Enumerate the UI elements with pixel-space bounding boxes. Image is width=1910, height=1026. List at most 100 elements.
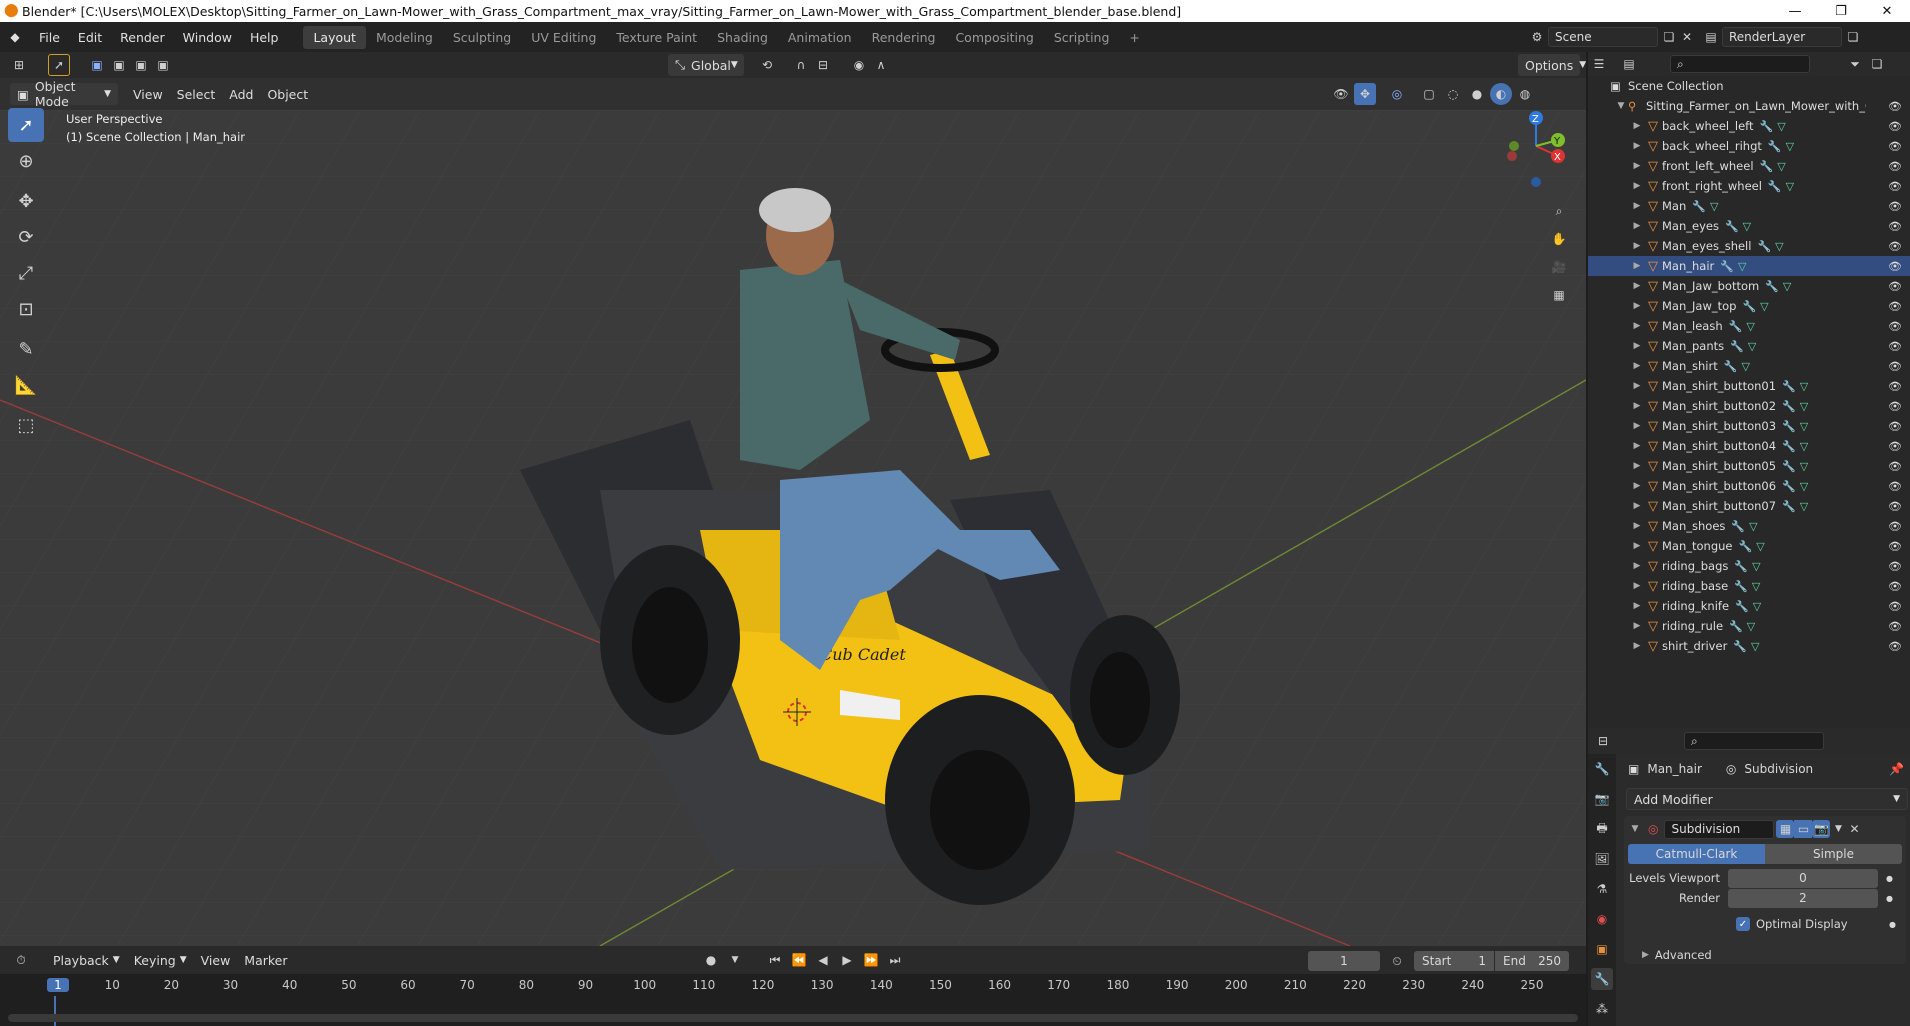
- outliner-item[interactable]: ▶ ▽ shirt_driver 🔧 ▽ 👁: [1588, 636, 1910, 656]
- expand-triangle-icon[interactable]: ▼: [1614, 101, 1628, 111]
- properties-editor-icon[interactable]: ⊟: [1592, 730, 1614, 752]
- expand-triangle-icon[interactable]: ▶: [1630, 161, 1644, 171]
- pin-icon[interactable]: 📌: [1889, 762, 1904, 776]
- wrench-modifier-icon[interactable]: 🔧: [1735, 600, 1749, 613]
- eye-icon[interactable]: 👁: [1888, 480, 1902, 493]
- jump-start-icon[interactable]: ⏮: [764, 949, 786, 971]
- eye-icon[interactable]: 👁: [1888, 260, 1902, 273]
- wrench-modifier-icon[interactable]: 🔧: [1724, 360, 1738, 373]
- display-mode-icon[interactable]: ▤: [1618, 53, 1640, 75]
- expand-triangle-icon[interactable]: ▶: [1630, 561, 1644, 571]
- eye-icon[interactable]: 👁: [1888, 460, 1902, 473]
- annotate-tool-icon[interactable]: ✎: [8, 332, 44, 366]
- mesh-data-icon[interactable]: ▽: [1800, 460, 1808, 473]
- viewport-toggle-icon[interactable]: ▭: [1794, 820, 1813, 838]
- jump-end-icon[interactable]: ⏭: [884, 949, 906, 971]
- expand-triangle-icon[interactable]: ▶: [1630, 461, 1644, 471]
- rotate-tool-icon[interactable]: ⟳: [8, 220, 44, 254]
- menu-marker[interactable]: Marker: [237, 949, 294, 971]
- tab-sculpting[interactable]: Sculpting: [443, 26, 521, 49]
- optimal-display-checkbox[interactable]: ✓: [1736, 917, 1750, 931]
- maximize-button[interactable]: ❐: [1818, 4, 1864, 19]
- outliner-item[interactable]: ▶ ▽ Man_shirt_button06 🔧 ▽ 👁: [1588, 476, 1910, 496]
- eye-icon[interactable]: 👁: [1888, 120, 1902, 133]
- expand-triangle-icon[interactable]: ▶: [1630, 521, 1644, 531]
- mesh-data-icon[interactable]: ▽: [1800, 380, 1808, 393]
- eye-icon[interactable]: 👁: [1888, 140, 1902, 153]
- properties-search-input[interactable]: ⌕: [1684, 732, 1824, 750]
- eye-icon[interactable]: 👁: [1888, 280, 1902, 293]
- eye-icon[interactable]: 👁: [1888, 640, 1902, 653]
- expand-triangle-icon[interactable]: ▶: [1630, 621, 1644, 631]
- wrench-modifier-icon[interactable]: 🔧: [1734, 560, 1748, 573]
- wrench-modifier-icon[interactable]: 🔧: [1731, 520, 1745, 533]
- clock-icon[interactable]: ⏲: [1386, 950, 1408, 972]
- new-scene-icon[interactable]: ❏: [1658, 26, 1680, 48]
- tab-uv-editing[interactable]: UV Editing: [521, 26, 606, 49]
- timeline-ruler[interactable]: 1 10 20 30 40 50 60 70 80 90 100 110 120 130 140 150 160…: [0, 974, 1586, 1026]
- wrench-modifier-icon[interactable]: 🔧: [1725, 220, 1739, 233]
- wrench-modifier-icon[interactable]: 🔧: [1768, 140, 1782, 153]
- outliner-item[interactable]: ▶ ▽ Man_leash 🔧 ▽ 👁: [1588, 316, 1910, 336]
- tab-texture-paint[interactable]: Texture Paint: [606, 26, 707, 49]
- record-icon[interactable]: ●: [700, 949, 722, 971]
- eye-icon[interactable]: 👁: [1888, 500, 1902, 513]
- editor-type-icon[interactable]: ⊞: [8, 54, 30, 76]
- outliner-search-input[interactable]: ⌕: [1670, 55, 1810, 73]
- render-tab-icon[interactable]: 📷: [1591, 788, 1613, 810]
- tab-modeling[interactable]: Modeling: [366, 26, 443, 49]
- outliner-item[interactable]: ▶ ▽ Man_shoes 🔧 ▽ 👁: [1588, 516, 1910, 536]
- eye-icon[interactable]: 👁: [1888, 220, 1902, 233]
- outliner-item[interactable]: ▶ ▽ front_right_wheel 🔧 ▽ 👁: [1588, 176, 1910, 196]
- expand-triangle-icon[interactable]: ▶: [1630, 481, 1644, 491]
- visibility-icon[interactable]: 👁: [1330, 83, 1352, 105]
- particles-tab-icon[interactable]: ⁂: [1591, 998, 1613, 1020]
- outliner-item[interactable]: ▶ ▽ Man_hair 🔧 ▽ 👁: [1588, 256, 1910, 276]
- wrench-modifier-icon[interactable]: 🔧: [1782, 440, 1796, 453]
- transform-tool-icon[interactable]: ⊡: [8, 292, 44, 326]
- wrench-modifier-icon[interactable]: 🔧: [1760, 120, 1774, 133]
- eye-icon[interactable]: 👁: [1888, 620, 1902, 633]
- next-keyframe-icon[interactable]: ⏩: [860, 949, 882, 971]
- measure-tool-icon[interactable]: 📐: [8, 368, 44, 402]
- expand-triangle-icon[interactable]: ▶: [1630, 581, 1644, 591]
- expand-triangle-icon[interactable]: ▶: [1630, 221, 1644, 231]
- mesh-data-icon[interactable]: ▽: [1710, 200, 1718, 213]
- eye-icon[interactable]: 👁: [1888, 200, 1902, 213]
- expand-triangle-icon[interactable]: ▶: [1630, 281, 1644, 291]
- tab-shading[interactable]: Shading: [707, 26, 778, 49]
- scene-collection-row[interactable]: ▣ Scene Collection: [1588, 76, 1910, 96]
- wrench-modifier-icon[interactable]: 🔧: [1692, 200, 1706, 213]
- mesh-data-icon[interactable]: ▽: [1751, 640, 1759, 653]
- eye-icon[interactable]: 👁: [1888, 300, 1902, 313]
- eye-icon[interactable]: 👁: [1888, 160, 1902, 173]
- wrench-modifier-icon[interactable]: 🔧: [1734, 580, 1748, 593]
- expand-triangle-icon[interactable]: ▶: [1630, 501, 1644, 511]
- move-tool-icon[interactable]: ✥: [8, 184, 44, 218]
- eye-icon[interactable]: 👁: [1888, 580, 1902, 593]
- falloff-icon[interactable]: ∧: [870, 54, 892, 76]
- menu-keying[interactable]: Keying ▼: [127, 949, 194, 971]
- select-box-tool-icon[interactable]: ➚: [8, 108, 44, 142]
- tab-rendering[interactable]: Rendering: [862, 26, 946, 49]
- mesh-data-icon[interactable]: ▽: [1800, 500, 1808, 513]
- current-frame-field[interactable]: 1: [1308, 951, 1380, 971]
- snap-icon[interactable]: ∩: [790, 54, 812, 76]
- select-mode-extend-icon[interactable]: ▣: [108, 54, 130, 76]
- advanced-subpanel[interactable]: ▶ Advanced: [1624, 942, 1906, 968]
- remove-modifier-icon[interactable]: ✕: [1846, 818, 1862, 840]
- expand-triangle-icon[interactable]: ▶: [1630, 601, 1644, 611]
- mesh-data-icon[interactable]: ▽: [1743, 220, 1751, 233]
- minimize-button[interactable]: —: [1772, 4, 1818, 19]
- play-icon[interactable]: ▶: [836, 949, 858, 971]
- new-layer-icon[interactable]: ❏: [1842, 26, 1864, 48]
- expand-triangle-icon[interactable]: ▶: [1630, 301, 1644, 311]
- mesh-data-icon[interactable]: ▽: [1753, 600, 1761, 613]
- shading-material-icon[interactable]: ◐: [1490, 83, 1512, 105]
- eye-icon[interactable]: 👁: [1888, 380, 1902, 393]
- expand-triangle-icon[interactable]: ▶: [1630, 441, 1644, 451]
- outliner-item[interactable]: ▶ ▽ Man_Jaw_bottom 🔧 ▽ 👁: [1588, 276, 1910, 296]
- modifier-menu-chevron-icon[interactable]: ▼: [1830, 818, 1846, 840]
- menu-edit[interactable]: Edit: [69, 30, 111, 45]
- proportional-edit-icon[interactable]: ◉: [848, 54, 870, 76]
